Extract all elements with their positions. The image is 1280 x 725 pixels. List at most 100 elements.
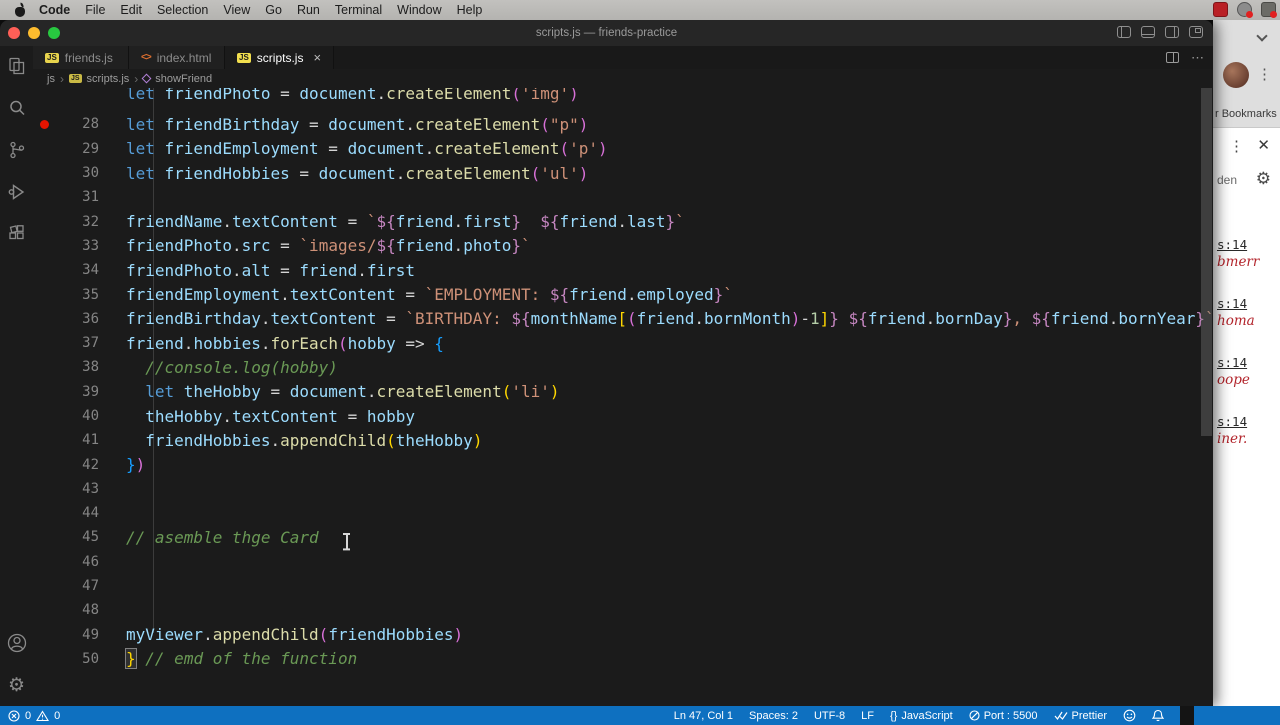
code-line[interactable]: 32 friendName.textContent = `${friend.fir…	[33, 209, 1213, 233]
code-line[interactable]: 34 friendPhoto.alt = friend.first	[33, 258, 1213, 282]
code-line[interactable]: 40 theHobby.textContent = hobby	[33, 404, 1213, 428]
line-number[interactable]: 46	[55, 554, 99, 570]
code-line[interactable]: 38 //console.log(hobby)	[33, 355, 1213, 379]
split-editor-icon[interactable]	[1166, 52, 1179, 63]
code-line[interactable]: 30 let friendHobbies = document.createEle…	[33, 161, 1213, 185]
prettier-formatter[interactable]: Prettier	[1054, 710, 1107, 722]
run-debug-icon[interactable]	[7, 182, 27, 202]
line-number[interactable]: 49	[55, 627, 99, 643]
encoding[interactable]: UTF-8	[814, 710, 845, 722]
line-number[interactable]: 29	[55, 141, 99, 157]
menu-run[interactable]: Run	[295, 3, 322, 17]
menu-extra-red-icon[interactable]	[1213, 2, 1228, 17]
code-line[interactable]: 37 friend.hobbies.forEach(hobby => {	[33, 331, 1213, 355]
line-number[interactable]: 37	[55, 335, 99, 351]
breadcrumb-symbol[interactable]: showFriend	[155, 73, 212, 85]
tab-scripts.js[interactable]: JS scripts.js ×	[225, 46, 335, 69]
bookmarks-bar[interactable]: r Bookmarks	[1213, 105, 1280, 127]
chevron-down-icon[interactable]	[1256, 30, 1268, 42]
editor-scrollbar[interactable]	[1201, 88, 1212, 436]
code-line[interactable]: 36 friendBirthday.textContent = `BIRTHDAY…	[33, 307, 1213, 331]
line-number[interactable]: 28	[55, 116, 99, 132]
problems-indicator[interactable]: 0 0	[0, 710, 60, 722]
breadcrumb-file[interactable]: scripts.js	[87, 73, 130, 85]
apple-menu-icon[interactable]	[14, 4, 26, 17]
code-line[interactable]: 46	[33, 550, 1213, 574]
entry-size-text[interactable]: s:14	[1217, 296, 1280, 311]
vscode-title-bar[interactable]: scripts.js — friends-practice	[0, 20, 1213, 46]
line-number[interactable]: 50	[55, 651, 99, 667]
line-number[interactable]: 33	[55, 238, 99, 254]
line-number[interactable]: 42	[55, 457, 99, 473]
line-number[interactable]: 35	[55, 287, 99, 303]
code-line[interactable]: 28 let friendBirthday = document.createEl…	[33, 112, 1213, 136]
source-control-icon[interactable]	[7, 140, 27, 160]
settings-gear-icon[interactable]: ⚙	[8, 676, 25, 695]
menu-code[interactable]: Code	[37, 3, 72, 17]
code-line[interactable]: 42})	[33, 452, 1213, 476]
code-line[interactable]: 41 friendHobbies.appendChild(theHobby)	[33, 428, 1213, 452]
panel-menu-icon[interactable]: ⋮	[1229, 137, 1244, 155]
menu-file[interactable]: File	[83, 3, 107, 17]
menu-go[interactable]: Go	[263, 3, 284, 17]
gear-icon[interactable]: ⚙	[1256, 169, 1271, 189]
line-number[interactable]: 47	[55, 578, 99, 594]
toggle-sidebar-icon[interactable]	[1117, 26, 1131, 38]
entry-size-text[interactable]: s:14	[1217, 237, 1280, 252]
toggle-secondary-sidebar-icon[interactable]	[1165, 26, 1179, 38]
menu-selection[interactable]: Selection	[155, 3, 210, 17]
explorer-icon[interactable]	[7, 56, 27, 76]
customize-layout-icon[interactable]	[1189, 26, 1203, 38]
code-line[interactable]: 50} // emd of the function	[33, 647, 1213, 671]
code-line[interactable]: 39 let theHobby = document.createElement…	[33, 380, 1213, 404]
menu-window[interactable]: Window	[395, 3, 443, 17]
code-line[interactable]: 48	[33, 598, 1213, 622]
language-mode[interactable]: {} JavaScript	[890, 710, 953, 722]
cursor-position[interactable]: Ln 47, Col 1	[674, 710, 733, 722]
entry-size-text[interactable]: s:14	[1217, 414, 1280, 429]
menu-extra-badge-icon[interactable]	[1261, 2, 1277, 18]
line-number[interactable]: 44	[55, 505, 99, 521]
line-number[interactable]: 40	[55, 408, 99, 424]
tab-index.html[interactable]: <> index.html	[129, 46, 225, 69]
tab-close-icon[interactable]: ×	[313, 50, 321, 65]
close-icon[interactable]: ✕	[1257, 136, 1270, 154]
code-line[interactable]: 35 friendEmployment.textContent = `EMPLOY…	[33, 282, 1213, 306]
eol-sequence[interactable]: LF	[861, 710, 874, 722]
code-line[interactable]: 47	[33, 574, 1213, 598]
menu-edit[interactable]: Edit	[118, 3, 144, 17]
menu-help[interactable]: Help	[455, 3, 485, 17]
code-line[interactable]: 31	[33, 185, 1213, 209]
code-line[interactable]: 49 myViewer.appendChild(friendHobbies)	[33, 623, 1213, 647]
feedback-icon[interactable]	[1123, 709, 1136, 722]
line-number[interactable]: 38	[55, 359, 99, 375]
code-line[interactable]: 33 friendPhoto.src = `images/${friend.pho…	[33, 234, 1213, 258]
entry-size-text[interactable]: s:14	[1217, 355, 1280, 370]
line-number[interactable]: 43	[55, 481, 99, 497]
menu-terminal[interactable]: Terminal	[333, 3, 384, 17]
tab-friends.js[interactable]: JS friends.js	[33, 46, 129, 69]
menu-view[interactable]: View	[221, 3, 252, 17]
line-number[interactable]: 48	[55, 602, 99, 618]
code-line[interactable]: 43	[33, 477, 1213, 501]
line-number[interactable]: 34	[55, 262, 99, 278]
avatar[interactable]	[1223, 62, 1249, 88]
live-server-port[interactable]: Port : 5500	[969, 710, 1038, 722]
line-number[interactable]: 39	[55, 384, 99, 400]
line-number[interactable]: 32	[55, 214, 99, 230]
toggle-panel-icon[interactable]	[1141, 26, 1155, 38]
code-editor[interactable]: let friendPhoto = document.createElement…	[33, 88, 1213, 707]
more-actions-icon[interactable]: ⋯	[1191, 50, 1205, 66]
code-line[interactable]: 44	[33, 501, 1213, 525]
code-line[interactable]: 29 let friendEmployment = document.create…	[33, 137, 1213, 161]
menu-extra-record-icon[interactable]	[1237, 2, 1253, 18]
breadcrumb-folder[interactable]: js	[47, 73, 55, 85]
line-number[interactable]: 31	[55, 189, 99, 205]
line-number[interactable]: 30	[55, 165, 99, 181]
line-number[interactable]: 41	[55, 432, 99, 448]
indentation[interactable]: Spaces: 2	[749, 710, 798, 722]
account-icon[interactable]	[6, 632, 28, 654]
extensions-icon[interactable]	[7, 224, 27, 244]
search-icon[interactable]	[7, 98, 27, 118]
line-number[interactable]: 45	[55, 529, 99, 545]
